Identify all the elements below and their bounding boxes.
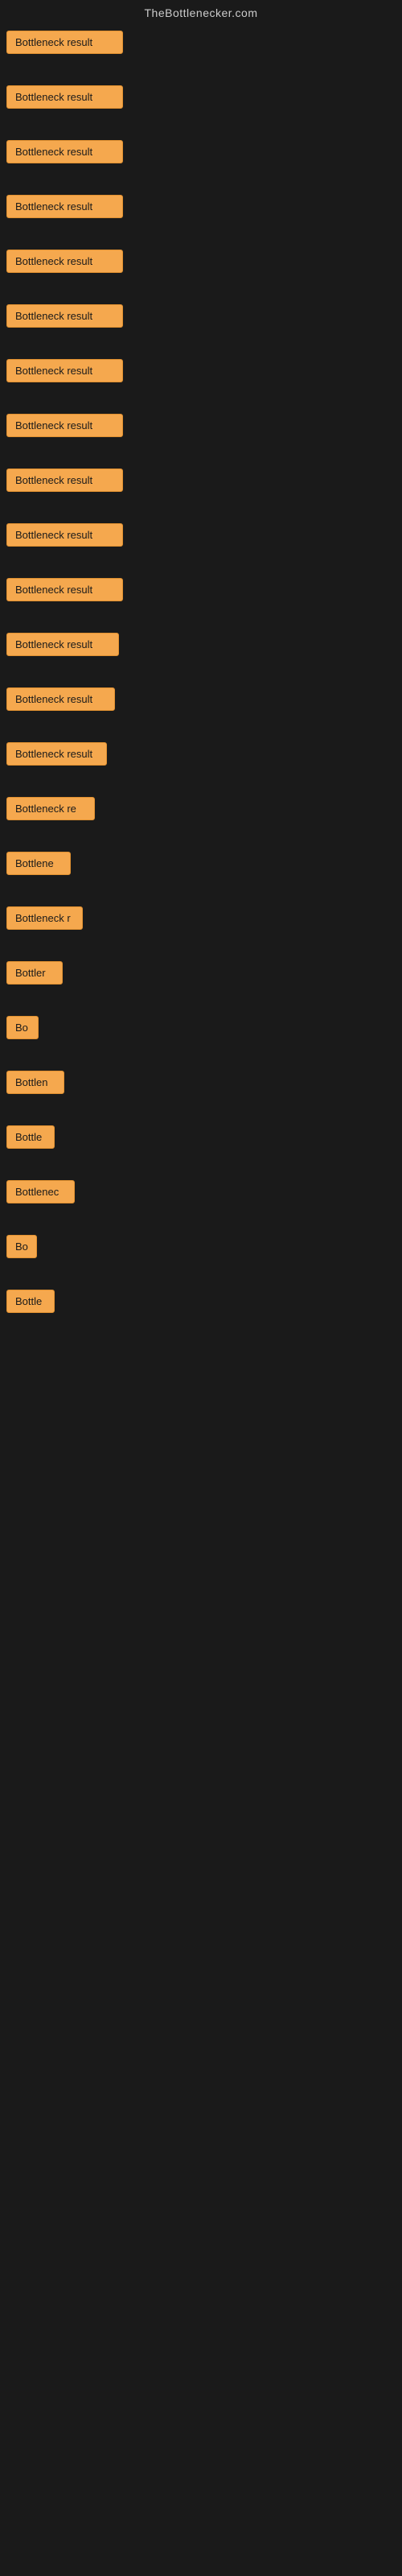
card-row-20: Bottlen	[0, 1050, 402, 1103]
bottleneck-result-badge[interactable]: Bo	[6, 1235, 37, 1258]
bottleneck-result-badge[interactable]: Bottleneck result	[6, 250, 123, 273]
card-row-18: Bottler	[0, 940, 402, 993]
bottleneck-result-badge[interactable]: Bottleneck result	[6, 195, 123, 218]
bottleneck-result-badge[interactable]: Bottleneck result	[6, 359, 123, 382]
card-row-13: Bottleneck result	[0, 667, 402, 720]
bottleneck-result-badge[interactable]: Bottleneck result	[6, 523, 123, 547]
bottleneck-result-badge[interactable]: Bottleneck result	[6, 469, 123, 492]
card-row-2: Bottleneck result	[0, 64, 402, 118]
card-row-3: Bottleneck result	[0, 119, 402, 172]
bottleneck-result-badge[interactable]: Bottlenec	[6, 1180, 75, 1203]
card-row-10: Bottleneck result	[0, 502, 402, 555]
card-row-12: Bottleneck result	[0, 612, 402, 665]
bottleneck-result-badge[interactable]: Bottleneck result	[6, 578, 123, 601]
bottleneck-result-badge[interactable]: Bottleneck re	[6, 797, 95, 820]
bottleneck-result-badge[interactable]: Bottleneck result	[6, 633, 119, 656]
bottleneck-result-badge[interactable]: Bottler	[6, 961, 63, 985]
bottleneck-result-badge[interactable]: Bottle	[6, 1125, 55, 1149]
bottleneck-result-badge[interactable]: Bottlen	[6, 1071, 64, 1094]
bottleneck-result-badge[interactable]: Bottlene	[6, 852, 71, 875]
card-row-14: Bottleneck result	[0, 721, 402, 774]
card-row-9: Bottleneck result	[0, 448, 402, 501]
card-row-21: Bottle	[0, 1104, 402, 1158]
card-row-6: Bottleneck result	[0, 283, 402, 336]
site-title: TheBottlenecker.com	[0, 0, 402, 23]
card-row-11: Bottleneck result	[0, 557, 402, 610]
bottleneck-result-badge[interactable]: Bottleneck result	[6, 140, 123, 163]
bottleneck-result-badge[interactable]: Bottleneck result	[6, 304, 123, 328]
bottleneck-result-badge[interactable]: Bottleneck result	[6, 742, 107, 766]
bottleneck-result-badge[interactable]: Bo	[6, 1016, 39, 1039]
card-row-19: Bo	[0, 995, 402, 1048]
bottleneck-result-badge[interactable]: Bottleneck r	[6, 906, 83, 930]
card-row-7: Bottleneck result	[0, 338, 402, 391]
card-row-24: Bottle	[0, 1269, 402, 1322]
card-row-22: Bottlenec	[0, 1159, 402, 1212]
card-row-8: Bottleneck result	[0, 393, 402, 446]
bottleneck-result-badge[interactable]: Bottleneck result	[6, 414, 123, 437]
bottleneck-result-badge[interactable]: Bottleneck result	[6, 85, 123, 109]
card-row-16: Bottlene	[0, 831, 402, 884]
card-row-4: Bottleneck result	[0, 174, 402, 227]
card-row-23: Bo	[0, 1214, 402, 1267]
bottleneck-result-badge[interactable]: Bottle	[6, 1290, 55, 1313]
card-row-17: Bottleneck r	[0, 886, 402, 939]
card-row-5: Bottleneck result	[0, 229, 402, 282]
card-row-15: Bottleneck re	[0, 776, 402, 829]
bottleneck-result-badge[interactable]: Bottleneck result	[6, 31, 123, 54]
card-row-1: Bottleneck result	[0, 23, 402, 63]
bottleneck-result-badge[interactable]: Bottleneck result	[6, 687, 115, 711]
